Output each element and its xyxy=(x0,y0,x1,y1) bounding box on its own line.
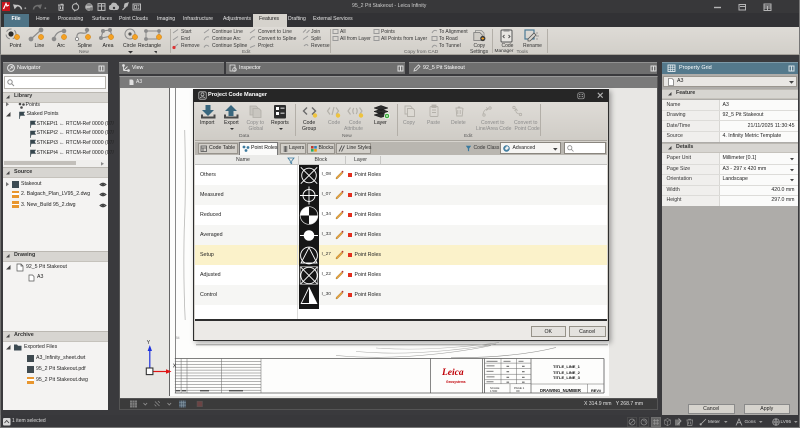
svg-text:Y: Y xyxy=(147,340,151,346)
svg-text:X: X xyxy=(173,364,177,370)
